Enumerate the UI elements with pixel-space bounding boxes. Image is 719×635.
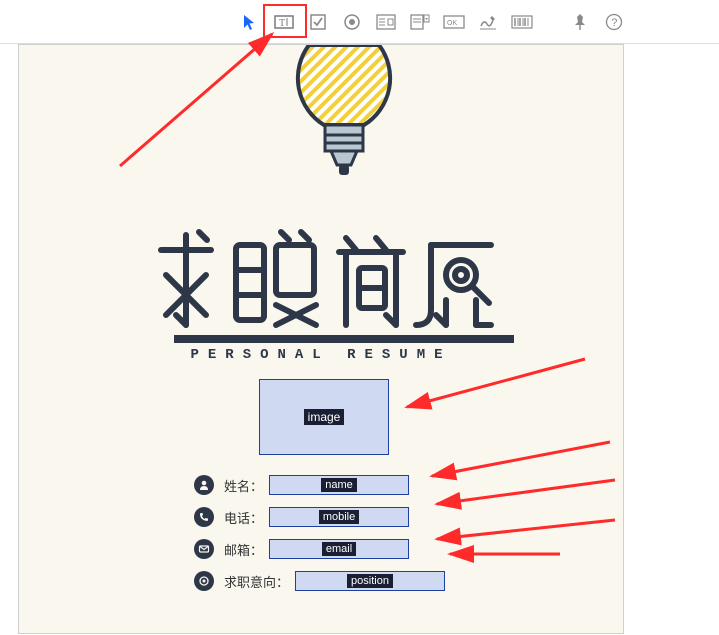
lightbulb-illustration <box>289 45 399 185</box>
label-mobile: 电话： <box>224 508 263 527</box>
barcode-icon[interactable] <box>510 10 534 34</box>
label-email: 邮箱： <box>224 540 263 559</box>
pointer-icon[interactable] <box>238 10 262 34</box>
svg-text:OK: OK <box>447 20 457 27</box>
row-position: 求职意向： position <box>194 566 514 596</box>
target-icon <box>194 571 214 591</box>
ok-button-icon[interactable]: OK <box>442 10 466 34</box>
document-page: PERSONAL RESUME image 姓名： name 电话： <box>18 44 624 634</box>
person-icon <box>194 475 214 495</box>
resume-title <box>19 220 623 345</box>
field-email[interactable]: email <box>269 539 409 559</box>
text-field-icon[interactable]: T <box>272 10 296 34</box>
radio-icon[interactable] <box>340 10 364 34</box>
resume-subtitle: PERSONAL RESUME <box>19 347 623 363</box>
field-mobile[interactable]: mobile <box>269 507 409 527</box>
field-position[interactable]: position <box>295 571 445 591</box>
help-icon[interactable]: ? <box>602 10 626 34</box>
row-mobile: 电话： mobile <box>194 502 514 532</box>
form-icon[interactable] <box>374 10 398 34</box>
checkbox-icon[interactable] <box>306 10 330 34</box>
label-name: 姓名： <box>224 476 263 495</box>
email-icon <box>194 539 214 559</box>
dropdown-icon[interactable] <box>408 10 432 34</box>
toolbar: T OK ? <box>0 0 719 44</box>
image-placeholder-field[interactable]: image <box>259 379 389 455</box>
pin-icon[interactable] <box>568 10 592 34</box>
row-email: 邮箱： email <box>194 534 514 564</box>
signature-icon[interactable] <box>476 10 500 34</box>
title-underline <box>174 335 514 343</box>
canvas-area: PERSONAL RESUME image 姓名： name 电话： <box>0 44 719 635</box>
image-placeholder-label: image <box>304 409 345 425</box>
svg-text:T: T <box>279 18 285 29</box>
svg-text:?: ? <box>611 17 617 29</box>
phone-icon <box>194 507 214 527</box>
label-position: 求职意向： <box>224 572 289 591</box>
field-name[interactable]: name <box>269 475 409 495</box>
form-fields: 姓名： name 电话： mobile 邮箱： <box>194 470 514 598</box>
row-name: 姓名： name <box>194 470 514 500</box>
